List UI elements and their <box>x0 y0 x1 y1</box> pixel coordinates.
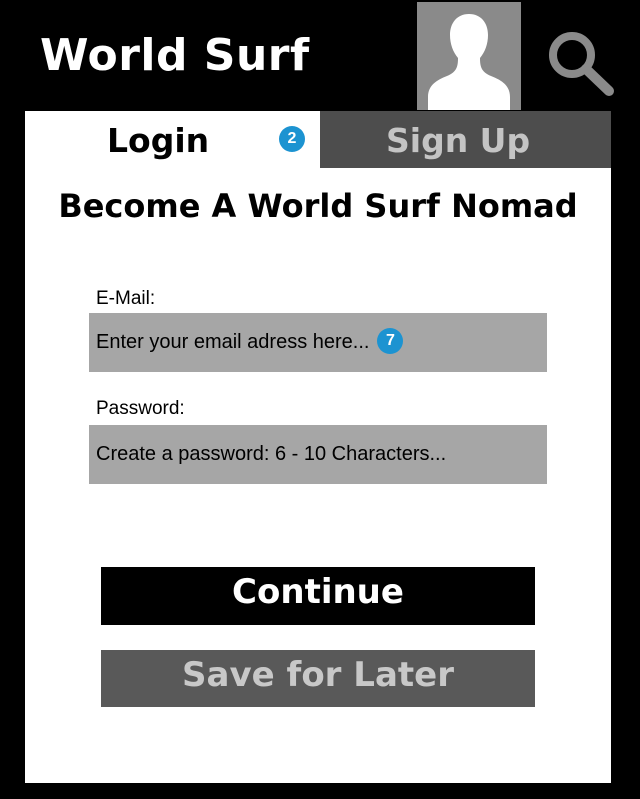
email-field[interactable]: Enter your email adress here... 7 <box>89 313 547 372</box>
annotation-badge-email: 7 <box>377 327 404 354</box>
tab-sign-up-label: Sign Up <box>386 121 531 160</box>
password-label: Password: <box>96 398 185 419</box>
app-title: World Surf <box>40 30 310 81</box>
search-icon[interactable] <box>545 28 615 98</box>
password-field[interactable]: Create a password: 6 - 10 Characters... <box>89 425 547 484</box>
auth-panel: Login 2 Sign Up Become A World Surf Noma… <box>25 111 611 783</box>
user-avatar-icon[interactable] <box>417 2 521 110</box>
email-label: E-Mail: <box>96 288 156 309</box>
password-placeholder: Create a password: 6 - 10 Characters... <box>96 443 447 465</box>
tab-sign-up[interactable]: Sign Up <box>320 111 611 168</box>
avatar-silhouette <box>428 14 510 110</box>
save-for-later-button[interactable]: Save for Later <box>101 650 535 707</box>
form-heading: Become A World Surf Nomad <box>58 187 578 225</box>
tab-login[interactable]: Login 2 <box>25 111 320 168</box>
continue-button[interactable]: Continue <box>101 567 535 625</box>
annotation-badge-tab: 2 <box>279 126 305 152</box>
email-placeholder: Enter your email adress here... <box>96 331 370 353</box>
app-frame: World Surf Login 2 Sign Up Become A Worl… <box>0 0 640 799</box>
tab-login-label: Login <box>107 121 210 160</box>
